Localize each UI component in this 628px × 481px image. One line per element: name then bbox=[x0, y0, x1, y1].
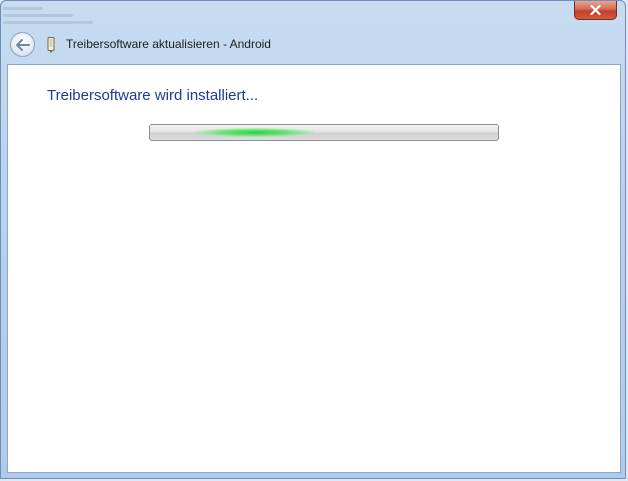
dialog-header: Treibersoftware aktualisieren - Android bbox=[1, 27, 625, 63]
close-icon bbox=[590, 5, 601, 15]
content-area: Treibersoftware wird installiert... bbox=[7, 64, 621, 473]
back-button[interactable] bbox=[10, 32, 35, 57]
window-title: Treibersoftware aktualisieren - Android bbox=[66, 37, 271, 51]
progress-marquee bbox=[195, 128, 315, 137]
progress-bar bbox=[149, 124, 499, 141]
close-button[interactable] bbox=[574, 1, 617, 20]
dialog-window: Treibersoftware aktualisieren - Android … bbox=[0, 0, 626, 479]
arrow-left-icon bbox=[15, 38, 30, 51]
status-heading: Treibersoftware wird installiert... bbox=[47, 87, 259, 104]
device-icon bbox=[47, 37, 55, 53]
